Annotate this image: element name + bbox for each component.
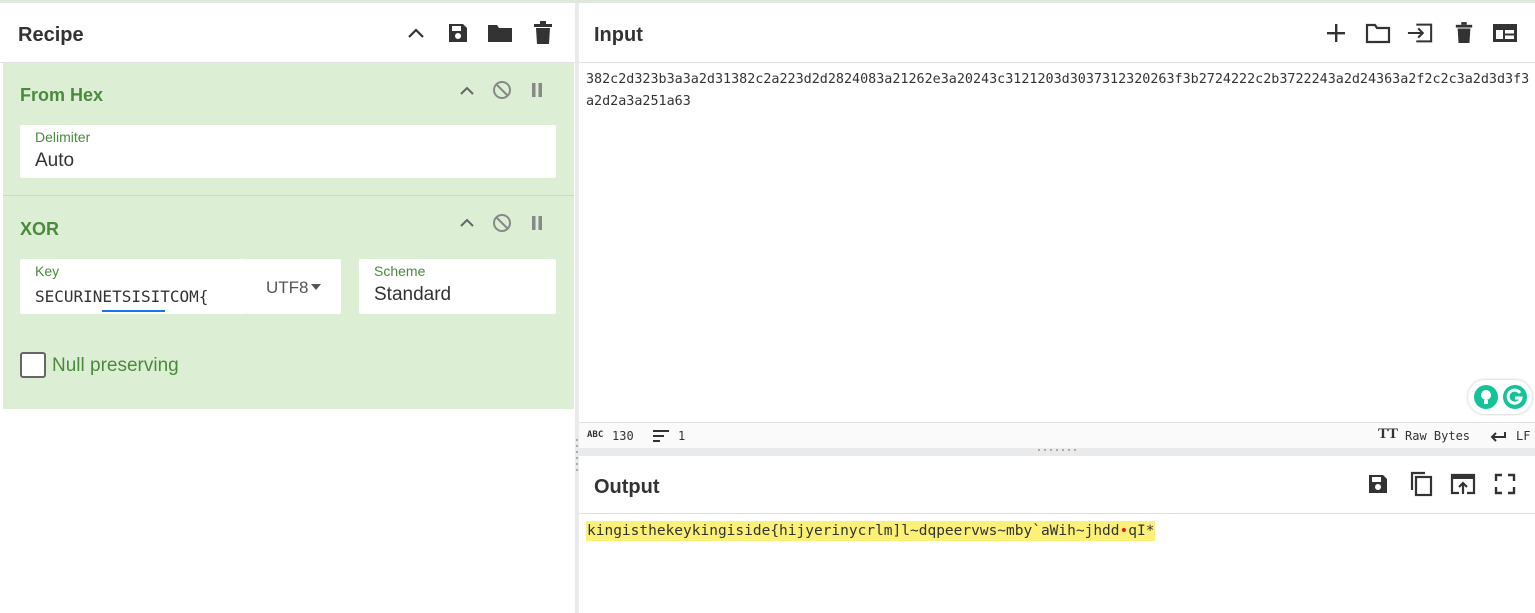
breakpoint-button[interactable]	[526, 79, 548, 101]
add-input-tab-button[interactable]	[1323, 20, 1349, 46]
save-recipe-button[interactable]	[445, 20, 471, 46]
fullscreen-icon	[1494, 473, 1516, 495]
output-text-after: qI*	[1128, 523, 1155, 539]
delimiter-value[interactable]: Auto	[35, 150, 74, 172]
input-status-bar: ABC 130 1 TT Raw Bytes LF	[579, 422, 1535, 450]
output-pane: Output kingisthekeykingiside{hijyerinycr…	[579, 456, 1535, 613]
key-focus-underline	[102, 310, 165, 312]
delimiter-field[interactable]: Delimiter Auto	[20, 125, 556, 178]
open-file-button[interactable]	[1407, 20, 1433, 46]
text-type-icon[interactable]: TT	[1378, 426, 1398, 443]
scheme-label: Scheme	[374, 263, 426, 279]
key-encoding-value: UTF8	[266, 278, 309, 297]
output-text-before: kingisthekeykingiside{hijyerinycrlm]l~dq…	[587, 523, 1120, 539]
abc-icon: ABC	[587, 430, 604, 440]
null-preserving-label[interactable]: Null preserving	[52, 355, 179, 377]
input-file-icon	[1407, 23, 1433, 43]
collapse-all-button[interactable]	[403, 21, 429, 47]
lines-icon	[653, 430, 669, 442]
recipe-title: Recipe	[18, 24, 84, 46]
input-pane: Input 382c2d323b3a3a2d31382c2a223d2d2824…	[579, 3, 1535, 450]
input-header: Input	[579, 3, 1535, 63]
disable-icon	[493, 214, 511, 232]
input-title: Input	[594, 24, 643, 46]
save-icon	[1369, 475, 1387, 493]
operation-from-hex[interactable]: From Hex Delimiter Auto	[3, 63, 574, 195]
input-length: 130	[612, 429, 634, 443]
operation-title: From Hex	[20, 85, 104, 105]
chevron-up-icon	[460, 218, 474, 227]
copy-icon	[1410, 471, 1433, 497]
pause-icon	[532, 216, 542, 230]
clear-recipe-button[interactable]	[530, 20, 556, 46]
output-title: Output	[594, 476, 660, 498]
grammarly-icon	[1503, 385, 1527, 409]
output-header: Output	[579, 456, 1535, 514]
delimiter-label: Delimiter	[35, 129, 91, 145]
disable-operation-button[interactable]	[491, 212, 513, 234]
operation-title: XOR	[20, 219, 60, 239]
replace-input-button[interactable]	[1450, 471, 1476, 497]
chevron-up-icon	[460, 86, 474, 95]
lightbulb-icon	[1474, 385, 1498, 409]
save-output-button[interactable]	[1365, 471, 1391, 497]
layout-icon	[1493, 24, 1517, 42]
reset-layout-button[interactable]	[1492, 20, 1518, 46]
key-field[interactable]: Key SECURINETSISITCOM{	[20, 259, 246, 314]
key-value[interactable]: SECURINETSISITCOM{	[35, 287, 208, 306]
output-textarea[interactable]: kingisthekeykingiside{hijyerinycrlm]l~dq…	[586, 521, 1156, 541]
input-eol[interactable]: LF	[1516, 429, 1530, 443]
key-encoding-dropdown[interactable]: UTF8	[246, 259, 341, 314]
key-label: Key	[35, 263, 60, 279]
output-to-input-icon	[1450, 473, 1476, 495]
folder-icon	[488, 25, 512, 42]
operation-xor[interactable]: XOR Key SECURINETSISITCOM{ UTF8 Scheme S…	[3, 196, 574, 409]
input-encoding[interactable]: Raw Bytes	[1405, 429, 1470, 443]
save-icon	[449, 24, 467, 42]
clear-input-button[interactable]	[1451, 20, 1477, 46]
breakpoint-button[interactable]	[526, 212, 548, 234]
collapse-operation-button[interactable]	[456, 212, 478, 234]
load-recipe-button[interactable]	[487, 20, 513, 46]
caret-down-icon	[311, 284, 321, 290]
scheme-dropdown[interactable]: Scheme Standard	[359, 259, 556, 314]
grammarly-widget[interactable]	[1468, 380, 1532, 414]
grip-icon	[576, 439, 578, 471]
pause-icon	[532, 83, 542, 97]
chevron-up-icon	[408, 28, 424, 38]
input-textarea[interactable]: 382c2d323b3a3a2d31382c2a223d2d2824083a21…	[586, 69, 1531, 113]
io-resizer[interactable]	[579, 448, 1535, 456]
input-lines: 1	[678, 429, 686, 443]
recipe-header: Recipe	[0, 3, 575, 63]
scheme-value: Standard	[374, 284, 452, 305]
maximise-output-button[interactable]	[1492, 471, 1518, 497]
null-preserving-checkbox[interactable]	[20, 352, 46, 378]
return-icon	[1490, 432, 1506, 442]
trash-icon	[1455, 22, 1473, 43]
folder-open-icon	[1365, 23, 1391, 44]
disable-operation-button[interactable]	[491, 79, 513, 101]
copy-output-button[interactable]	[1408, 471, 1434, 497]
disable-icon	[493, 81, 511, 99]
collapse-operation-button[interactable]	[456, 80, 478, 102]
trash-icon	[534, 21, 552, 44]
control-char-marker: •	[1119, 523, 1129, 539]
grip-icon	[1038, 449, 1076, 451]
plus-icon	[1327, 24, 1345, 42]
open-folder-button[interactable]	[1365, 20, 1391, 46]
recipe-pane: Recipe From Hex Delimiter Auto XOR Key S…	[0, 3, 575, 613]
